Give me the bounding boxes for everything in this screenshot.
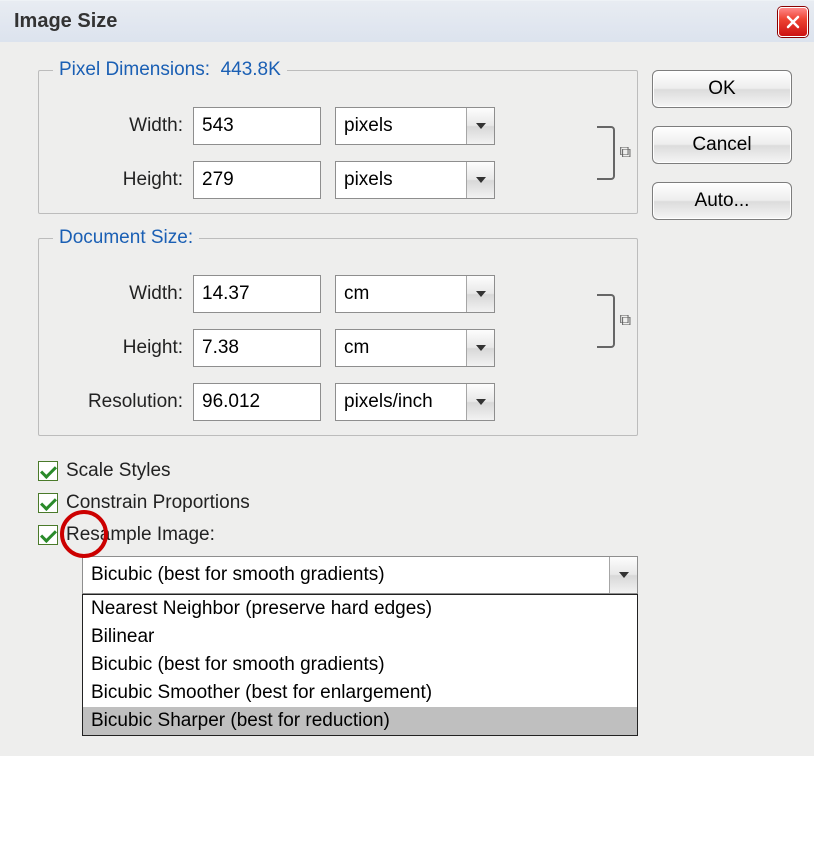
chevron-down-icon <box>466 108 494 144</box>
window-title: Image Size <box>14 10 117 33</box>
resample-option[interactable]: Bicubic Sharper (best for reduction) <box>83 707 637 735</box>
document-size-group: Document Size: Width: cm Height: <box>38 238 638 436</box>
pixel-link-bracket: ⧉ <box>587 107 625 199</box>
doc-width-label: Width: <box>51 283 193 305</box>
constrain-proportions-label: Constrain Proportions <box>66 492 250 514</box>
resample-option[interactable]: Bicubic (best for smooth gradients) <box>83 651 637 679</box>
resample-option[interactable]: Bilinear <box>83 623 637 651</box>
doc-width-input[interactable] <box>193 275 321 313</box>
doc-height-label: Height: <box>51 337 193 359</box>
resolution-unit-select[interactable]: pixels/inch <box>335 383 495 421</box>
resample-image-label: Resample Image: <box>66 524 215 546</box>
resample-image-checkbox[interactable] <box>38 525 58 545</box>
resample-method-dropdown: Nearest Neighbor (preserve hard edges) B… <box>82 594 638 736</box>
resample-option[interactable]: Bicubic Smoother (best for enlargement) <box>83 679 637 707</box>
doc-width-unit-text: cm <box>336 283 466 305</box>
constrain-proportions-checkbox[interactable] <box>38 493 58 513</box>
chevron-down-icon <box>609 557 637 593</box>
chain-icon: ⧉ <box>620 312 631 330</box>
scale-styles-label: Scale Styles <box>66 460 171 482</box>
resample-method-selected: Bicubic (best for smooth gradients) <box>83 564 609 586</box>
pixel-dimensions-legend: Pixel Dimensions: 443.8K <box>53 59 287 81</box>
constrain-proportions-row: Constrain Proportions <box>38 492 638 514</box>
auto-button[interactable]: Auto... <box>652 182 792 220</box>
chevron-down-icon <box>466 276 494 312</box>
close-icon <box>785 14 801 30</box>
pixel-dimensions-legend-text: Pixel Dimensions: <box>59 59 210 80</box>
pixel-width-label: Width: <box>51 115 193 137</box>
resolution-unit-text: pixels/inch <box>336 391 466 413</box>
pixel-width-input[interactable] <box>193 107 321 145</box>
resolution-label: Resolution: <box>51 391 193 413</box>
pixel-height-input[interactable] <box>193 161 321 199</box>
pixel-width-unit-select[interactable]: pixels <box>335 107 495 145</box>
resolution-input[interactable] <box>193 383 321 421</box>
doc-height-unit-text: cm <box>336 337 466 359</box>
title-bar: Image Size <box>0 0 814 42</box>
pixel-dimensions-size: 443.8K <box>221 59 281 80</box>
chevron-down-icon <box>466 384 494 420</box>
doc-height-unit-select[interactable]: cm <box>335 329 495 367</box>
pixel-height-unit-select[interactable]: pixels <box>335 161 495 199</box>
scale-styles-row: Scale Styles <box>38 460 638 482</box>
chevron-down-icon <box>466 162 494 198</box>
cancel-button[interactable]: Cancel <box>652 126 792 164</box>
scale-styles-checkbox[interactable] <box>38 461 58 481</box>
pixel-width-unit-text: pixels <box>336 115 466 137</box>
chain-icon: ⧉ <box>620 144 631 162</box>
doc-height-input[interactable] <box>193 329 321 367</box>
resample-image-row: Resample Image: <box>38 524 638 546</box>
pixel-height-unit-text: pixels <box>336 169 466 191</box>
chevron-down-icon <box>466 330 494 366</box>
resample-method-select[interactable]: Bicubic (best for smooth gradients) <box>82 556 638 594</box>
doc-width-unit-select[interactable]: cm <box>335 275 495 313</box>
pixel-dimensions-group: Pixel Dimensions: 443.8K Width: pixels H… <box>38 70 638 214</box>
document-size-legend: Document Size: <box>53 227 199 249</box>
pixel-height-label: Height: <box>51 169 193 191</box>
ok-button[interactable]: OK <box>652 70 792 108</box>
close-button[interactable] <box>778 7 808 37</box>
resample-option[interactable]: Nearest Neighbor (preserve hard edges) <box>83 595 637 623</box>
doc-link-bracket: ⧉ <box>587 275 625 367</box>
